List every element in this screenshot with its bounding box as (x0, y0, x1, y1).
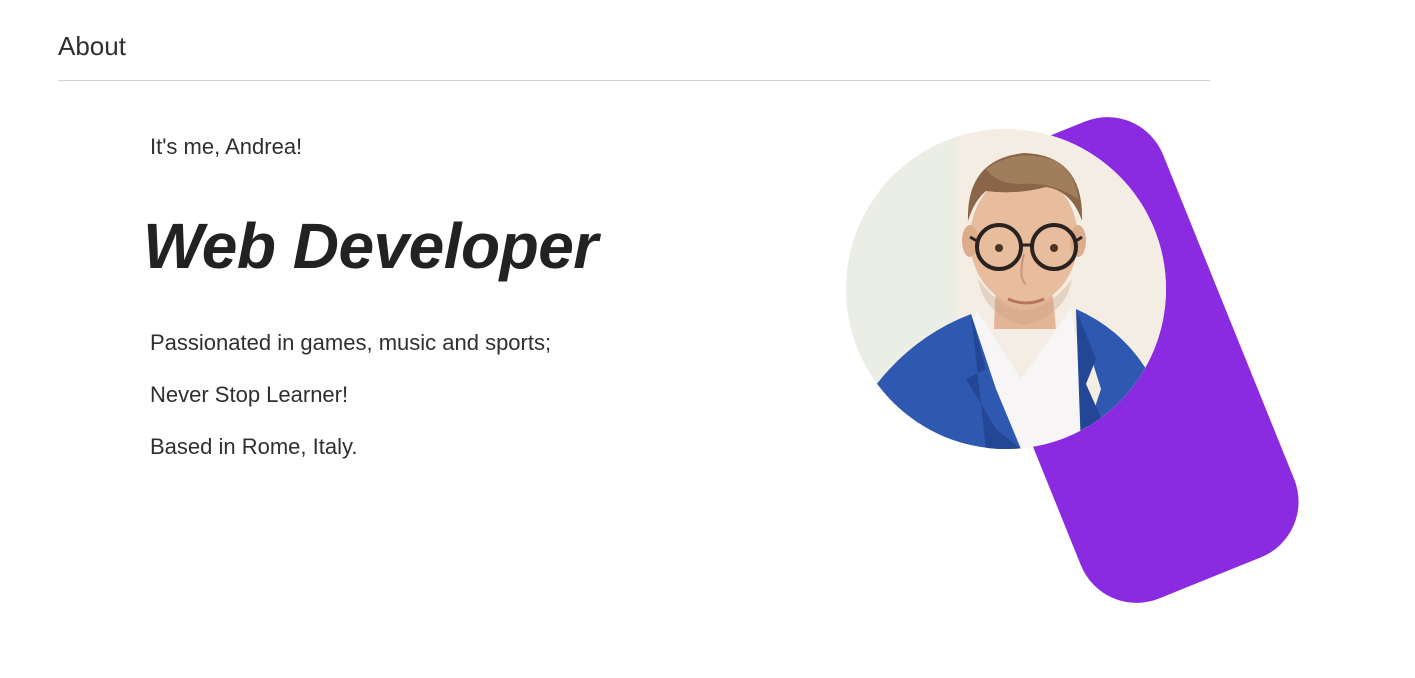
profile-photo (846, 129, 1166, 449)
bio-line-location: Based in Rome, Italy. (150, 434, 358, 459)
role-headline: Web Developer (143, 210, 598, 282)
section-divider (58, 80, 1210, 81)
bio-line-interests: Passionated in games, music and sports; (150, 330, 552, 355)
profile-photo-illustration (846, 129, 1166, 449)
greeting-text: It's me, Andrea! (150, 134, 303, 159)
section-title: About (58, 31, 126, 61)
about-page: About It's me, Andrea! Web Developer Pas… (0, 0, 1415, 678)
bio-line-learner: Never Stop Learner! (150, 382, 349, 407)
